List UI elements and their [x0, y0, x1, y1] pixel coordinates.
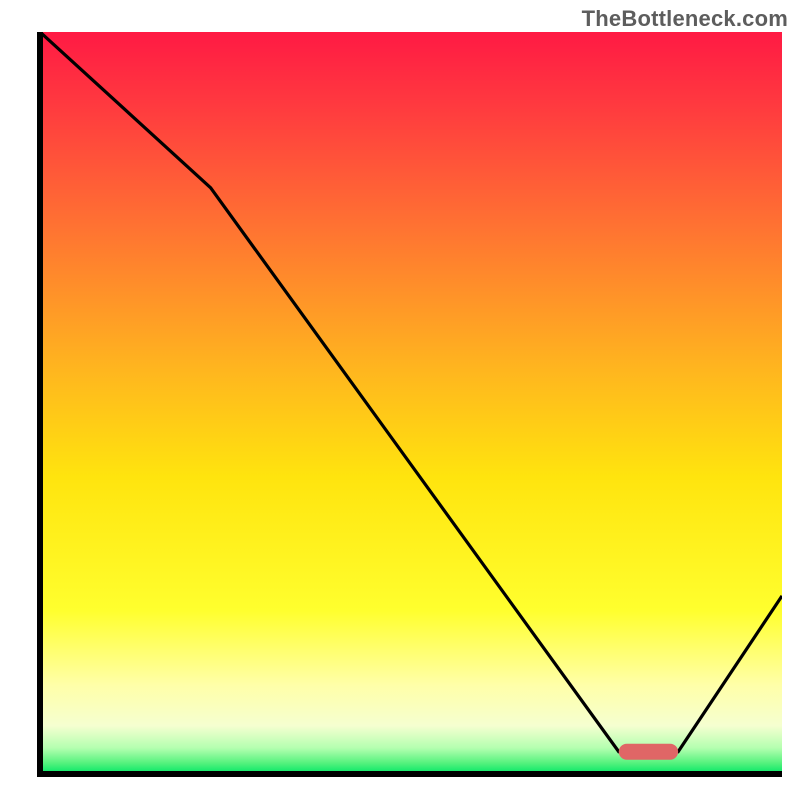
- bottleneck-chart: [0, 0, 800, 800]
- watermark-text: TheBottleneck.com: [582, 6, 788, 32]
- optimal-range-marker: [619, 744, 678, 760]
- chart-container: TheBottleneck.com: [0, 0, 800, 800]
- plot-background: [40, 32, 782, 774]
